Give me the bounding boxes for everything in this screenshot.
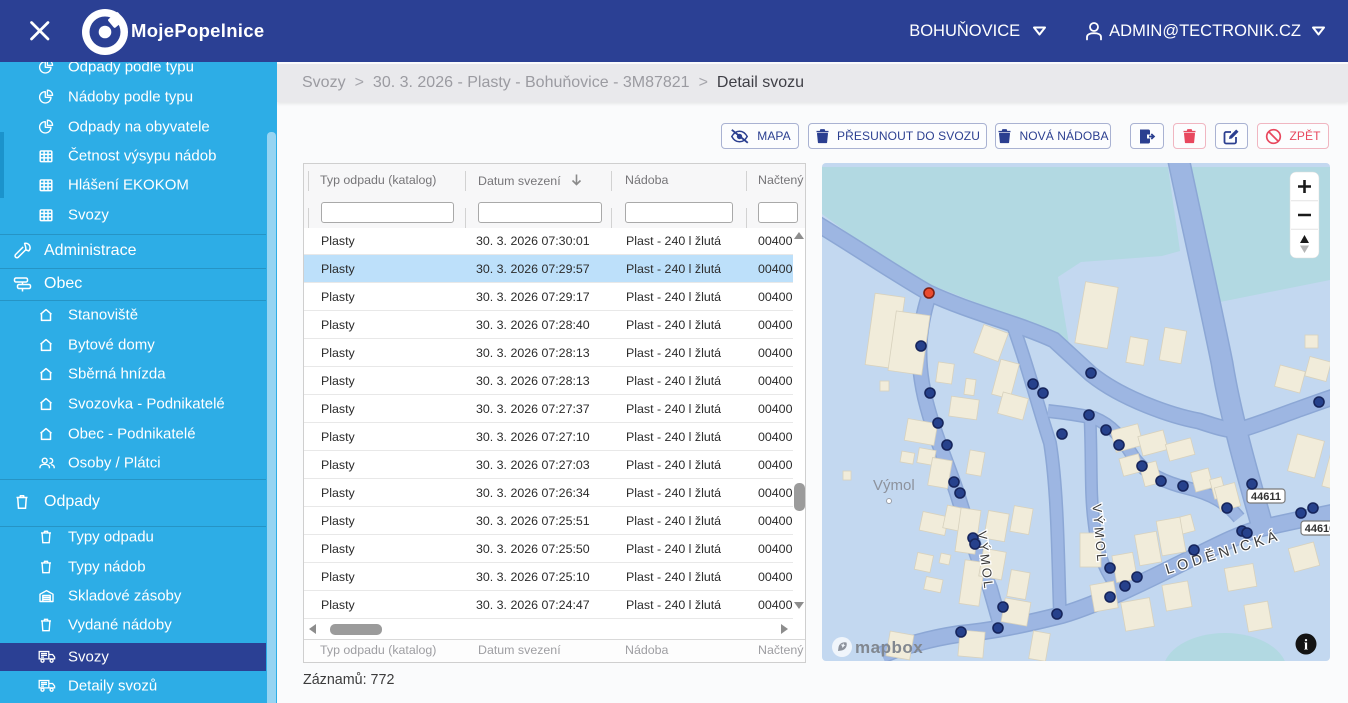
svg-text:44611: 44611: [1251, 491, 1281, 503]
svg-text:mapbox: mapbox: [855, 638, 923, 657]
svg-text:Výmol: Výmol: [873, 477, 915, 494]
svg-text:i: i: [1304, 638, 1308, 654]
svg-text:44610: 44610: [1305, 523, 1330, 535]
